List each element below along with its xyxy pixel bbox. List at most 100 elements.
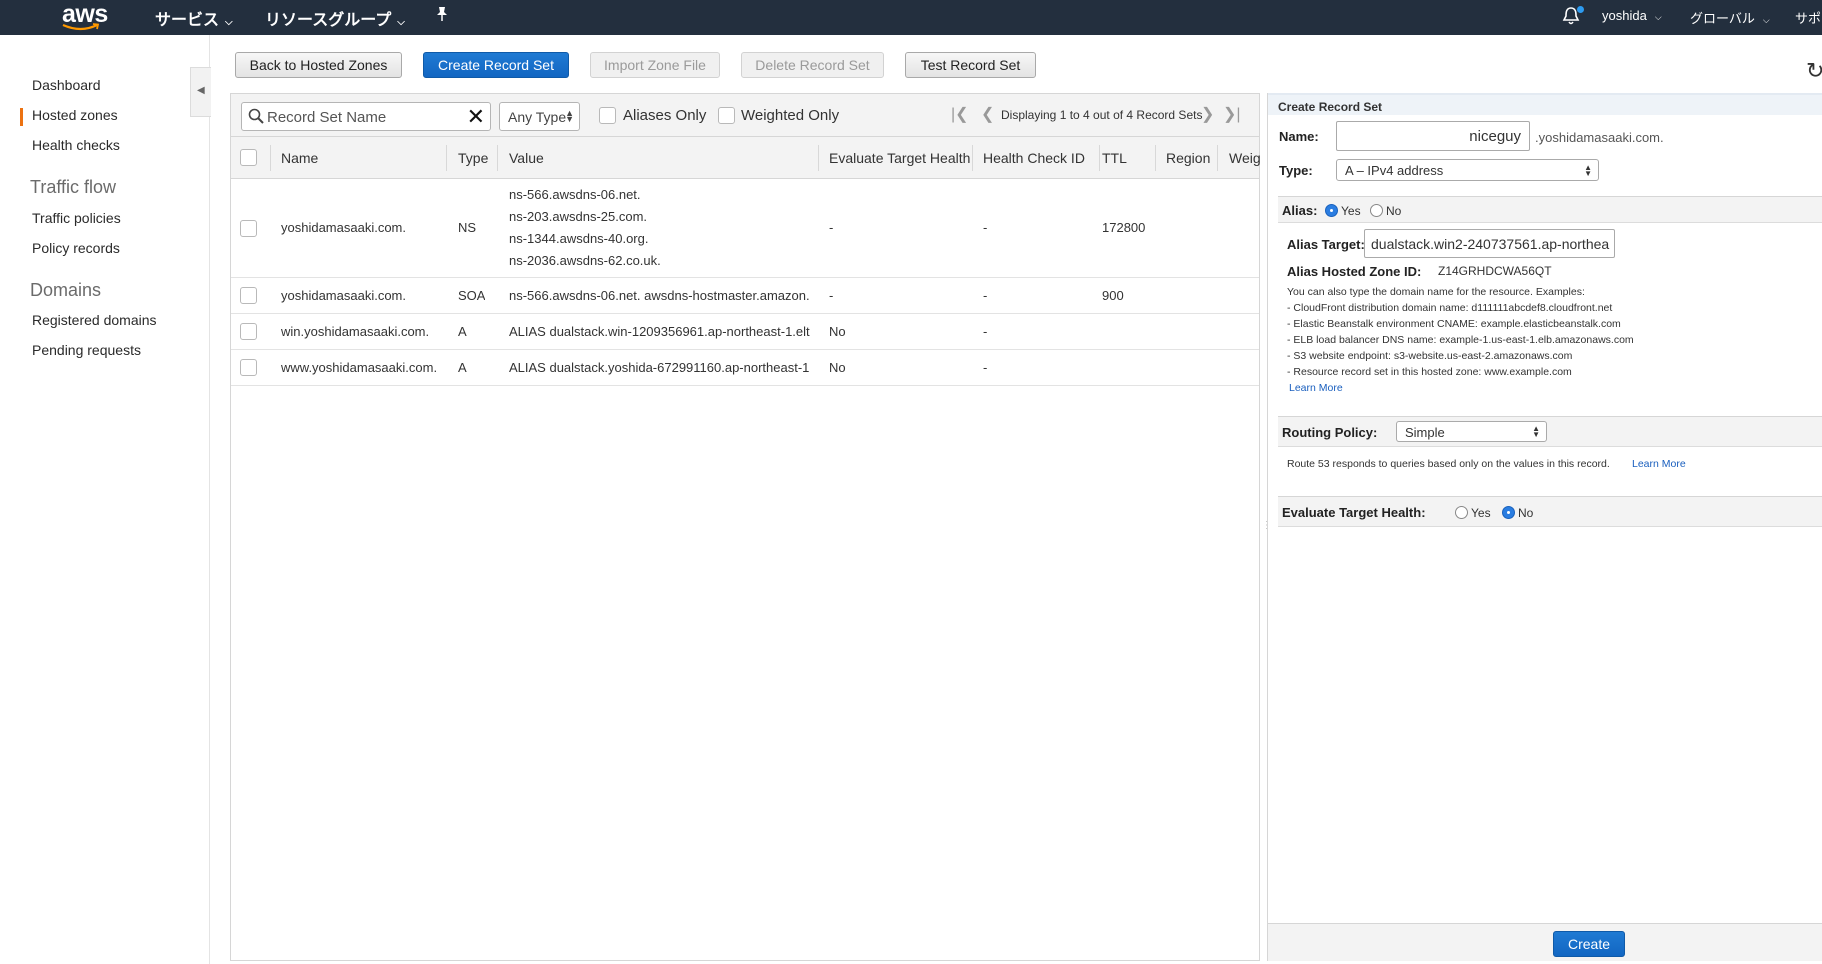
column-header-health-check-id[interactable]: Health Check ID [983,150,1085,166]
sidebar-item-policy-records[interactable]: Policy records [32,240,120,256]
last-page-icon[interactable]: ❯| [1223,104,1241,124]
chevron-down-icon: ⌵ [1654,12,1662,22]
create-button[interactable]: Create [1553,931,1625,957]
select-all-checkbox[interactable] [240,149,257,166]
column-header-name[interactable]: Name [281,150,318,166]
table-row[interactable]: www.yoshidamasaaki.com. A ALIAS dualstac… [231,350,1259,386]
chevron-down-icon: ⌵ [397,17,405,28]
record-name: yoshidamasaaki.com. [281,288,406,303]
eth-no-radio[interactable] [1502,506,1515,519]
evaluate-target-health-section: Evaluate Target Health: Yes No [1278,496,1822,527]
pin-icon[interactable] [435,6,449,25]
column-header-type[interactable]: Type [458,150,488,166]
row-checkbox[interactable] [240,323,257,340]
column-header-region[interactable]: Region [1166,150,1210,166]
type-filter-select[interactable]: Any Type ▲ ▼ [499,102,580,131]
aliases-only-checkbox[interactable] [599,107,616,124]
import-zone-file-button[interactable]: Import Zone File [590,52,720,78]
back-to-hosted-zones-button[interactable]: Back to Hosted Zones [235,52,402,78]
record-type: A [458,324,467,339]
hosted-zone-id-label: Alias Hosted Zone ID: [1287,264,1422,279]
smile-icon [62,23,100,31]
collapse-sidebar-button[interactable]: ◀ [190,67,211,117]
create-record-set-button[interactable]: Create Record Set [423,52,569,78]
select-arrows-icon: ▲ ▼ [565,108,574,124]
sidebar-item-traffic-policies[interactable]: Traffic policies [32,210,121,226]
eth-yes-label: Yes [1471,506,1491,520]
notification-dot [1577,6,1584,13]
table-row[interactable]: yoshidamasaaki.com. NS ns-566.awsdns-06.… [231,180,1259,278]
eth-no-label: No [1518,506,1534,520]
routing-policy-select[interactable]: Simple ▲ ▼ [1396,421,1547,442]
search-input[interactable]: Record Set Name ✕ [241,102,491,131]
record-health-check: - [983,288,988,303]
first-page-icon[interactable]: |❮ [951,104,969,124]
sidebar-item-health-checks[interactable]: Health checks [32,137,120,153]
aws-logo[interactable]: aws [58,0,108,35]
region-menu[interactable]: グローバル ⌵ [1690,8,1770,27]
row-checkbox[interactable] [240,220,257,237]
section-heading-traffic-flow: Traffic flow [30,177,117,197]
chevron-down-icon: ⌵ [225,17,233,28]
type-label: Type: [1279,163,1313,178]
refresh-icon[interactable]: ↻ [1806,58,1822,84]
services-menu[interactable]: サービス ⌵ [155,6,233,30]
alias-no-label: No [1386,204,1402,218]
alias-yes-radio[interactable] [1325,204,1338,217]
sidebar-item-dashboard[interactable]: Dashboard [32,77,101,93]
hosted-zone-id-value: Z14GRHDCWA56QT [1438,264,1552,278]
next-page-icon[interactable]: ❯ [1201,104,1214,124]
sidebar-item-hosted-zones[interactable]: Hosted zones [32,107,118,123]
record-value: ns-1344.awsdns-40.org. [509,231,649,246]
resource-groups-menu[interactable]: リソースグループ ⌵ [265,6,405,30]
routing-learn-more-link[interactable]: Learn More [1632,458,1686,470]
record-eth: No [829,360,846,375]
search-icon [248,108,264,124]
filter-bar: Record Set Name ✕ Any Type ▲ ▼ Aliases On… [231,94,1259,137]
record-value: ns-203.awsdns-25.com. [509,209,648,224]
row-checkbox[interactable] [240,287,257,304]
record-value: ALIAS dualstack.win-1209356961.ap-northe… [509,324,810,339]
type-select[interactable]: A – IPv4 address ▲ ▼ [1336,159,1599,181]
learn-more-link[interactable]: Learn More [1289,382,1343,394]
delete-record-set-button[interactable]: Delete Record Set [741,52,884,78]
record-eth: - [829,288,834,303]
column-header-ttl[interactable]: TTL [1102,150,1127,166]
prev-page-icon[interactable]: ❮ [981,104,994,124]
column-header-weight[interactable]: Weig [1229,150,1261,166]
support-menu[interactable]: サポ [1795,8,1821,27]
record-set-table: Record Set Name ✕ Any Type ▲ ▼ Aliases On… [230,93,1261,961]
eth-yes-radio[interactable] [1455,506,1468,519]
table-row[interactable]: win.yoshidamasaaki.com. A ALIAS dualstac… [231,314,1259,350]
help-item: - Resource record set in this hosted zon… [1287,366,1572,378]
record-type: NS [458,220,477,235]
help-item: - Elastic Beanstalk environment CNAME: e… [1287,318,1621,330]
bell-icon[interactable] [1562,6,1584,26]
alias-no-radio[interactable] [1370,204,1383,217]
name-label: Name: [1279,129,1319,144]
test-record-set-button[interactable]: Test Record Set [905,52,1036,78]
record-ttl: 900 [1102,288,1124,303]
user-menu[interactable]: yoshida ⌵ [1602,8,1662,23]
sidebar-item-pending-requests[interactable]: Pending requests [32,342,141,358]
record-name: win.yoshidamasaaki.com. [281,324,430,339]
help-intro: You can also type the domain name for th… [1287,286,1585,298]
record-name: yoshidamasaaki.com. [281,220,406,235]
name-input[interactable]: niceguy [1336,121,1530,151]
table-row[interactable]: yoshidamasaaki.com. SOA ns-566.awsdns-06… [231,278,1259,314]
row-checkbox[interactable] [240,359,257,376]
weighted-only-checkbox[interactable] [718,107,735,124]
panel-title: Create Record Set [1268,93,1822,115]
chevron-left-icon: ◀ [197,85,205,96]
eth-label: Evaluate Target Health: [1282,505,1426,520]
record-health-check: - [983,220,988,235]
column-header-evaluate-target-health[interactable]: Evaluate Target Health [829,150,970,166]
record-health-check: - [983,360,988,375]
sidebar-item-registered-domains[interactable]: Registered domains [32,312,157,328]
name-suffix: .yoshidamasaaki.com. [1535,130,1664,145]
column-header-value[interactable]: Value [509,150,544,166]
record-eth: - [829,220,834,235]
record-name: www.yoshidamasaaki.com. [281,360,438,375]
clear-search-icon[interactable]: ✕ [467,104,485,130]
alias-target-input[interactable]: dualstack.win2-240737561.ap-northea [1364,229,1615,258]
